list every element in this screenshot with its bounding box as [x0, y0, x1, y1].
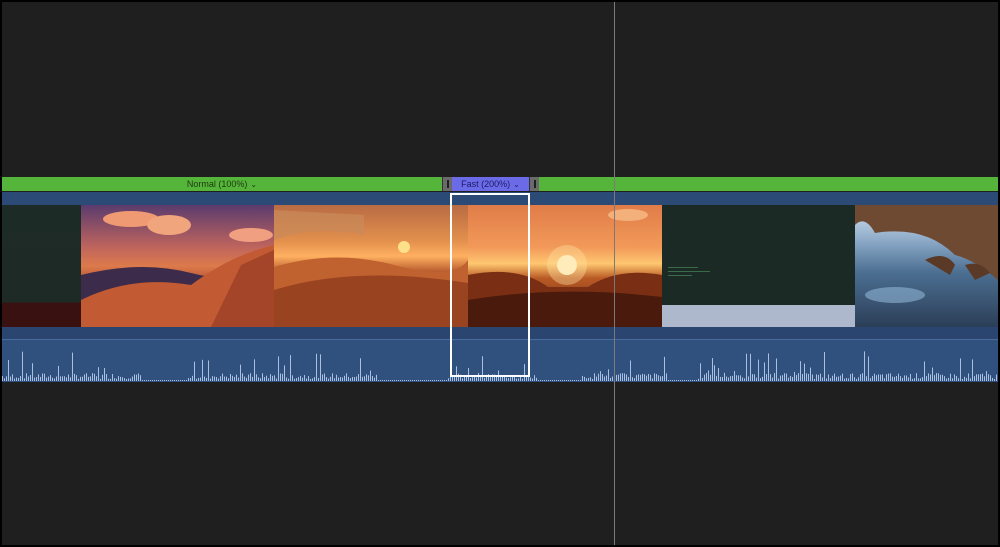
retime-normal-label: Normal (100%)	[186, 179, 248, 189]
playhead[interactable]	[614, 2, 615, 545]
clip-thumbnail	[81, 205, 274, 327]
clip-thumbnail	[2, 205, 81, 327]
chevron-down-icon[interactable]: ⌄	[513, 180, 520, 189]
retime-segment-normal-after[interactable]	[539, 177, 998, 191]
timeline-window: Normal (100%) ⌄ Fast (200%) ⌄	[2, 2, 998, 545]
ocean-cave-art	[855, 205, 998, 303]
range-selection[interactable]	[450, 193, 530, 377]
desert-sunrise-art	[274, 210, 468, 327]
retime-segment-normal[interactable]: Normal (100%) ⌄	[2, 177, 442, 191]
clip-thumbnail	[274, 205, 468, 327]
chevron-down-icon[interactable]: ⌄	[250, 180, 257, 189]
retime-bar: Normal (100%) ⌄ Fast (200%) ⌄	[2, 177, 998, 191]
clip-thumbnail	[662, 205, 855, 327]
desert-dusk-art	[81, 211, 274, 327]
clip-thumbnail	[855, 205, 998, 327]
terminal-screen-art	[662, 267, 855, 327]
retime-fast-label: Fast (200%)	[461, 179, 511, 189]
retime-segment-fast[interactable]: Fast (200%) ⌄	[452, 177, 529, 191]
